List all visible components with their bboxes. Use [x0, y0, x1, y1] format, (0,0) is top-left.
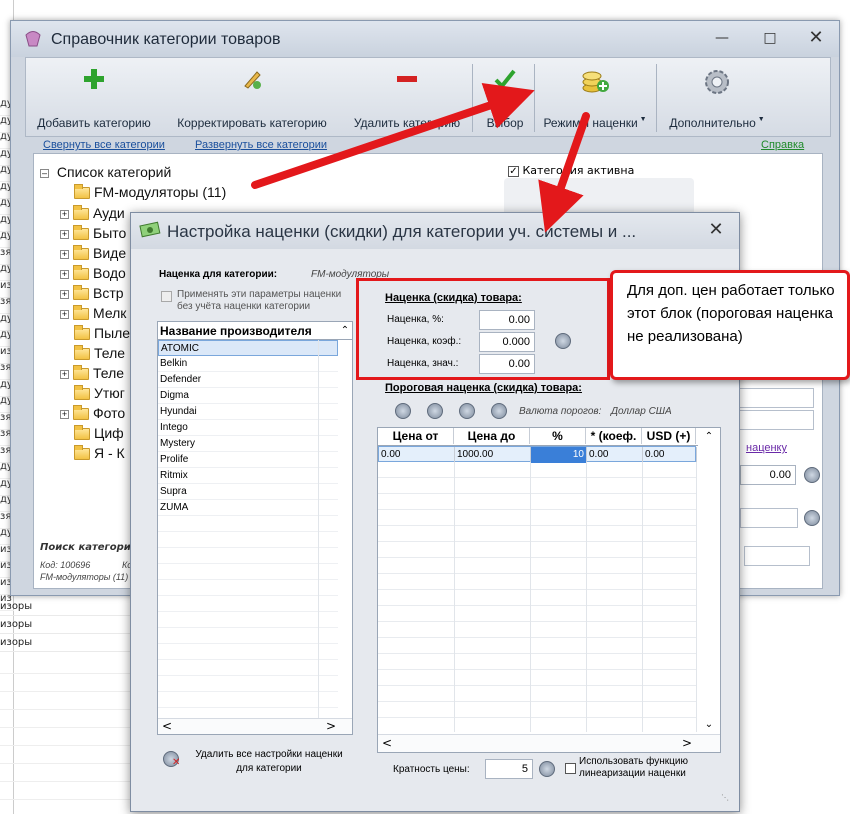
arrow-to-dialog: [538, 112, 590, 233]
arrow-to-markup-modes: [251, 82, 535, 189]
annotation-arrows: [251, 82, 590, 233]
